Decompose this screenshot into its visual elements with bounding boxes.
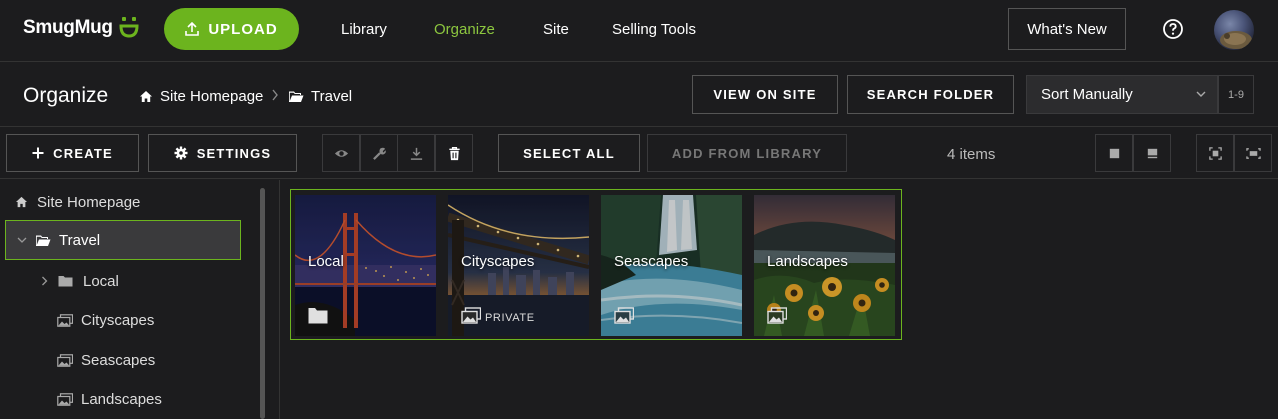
tree-item-local[interactable]: Local: [0, 261, 245, 301]
nav-organize[interactable]: Organize: [434, 21, 495, 38]
tile-title: Landscapes: [767, 253, 848, 270]
tree-item-label: Landscapes: [81, 390, 162, 408]
organize-header: Organize Site Homepage Travel VIEW ON SI…: [0, 62, 1278, 127]
chevron-down-icon: [1196, 91, 1206, 97]
help-icon[interactable]: [1163, 19, 1183, 39]
gear-icon: [174, 146, 188, 160]
sidebar-scrollbar[interactable]: [260, 188, 265, 419]
download-icon: [410, 147, 422, 160]
sort-value: Sort Manually: [1041, 86, 1133, 103]
view-small-button[interactable]: [1133, 134, 1171, 172]
upload-label: UPLOAD: [208, 20, 278, 38]
smugmug-logo[interactable]: SmugMug: [23, 17, 113, 39]
organize-toolbar: CREATE SETTINGS SELECT ALL ADD FROM LIBR…: [0, 127, 1278, 179]
tree-item-site-homepage[interactable]: Site Homepage: [0, 182, 245, 222]
fill-icon: [1245, 147, 1261, 159]
chevron-right-icon: [272, 89, 278, 101]
folder-open-icon: [36, 235, 51, 246]
chevron-right-icon: [42, 276, 48, 286]
settings-button[interactable]: SETTINGS: [148, 134, 297, 172]
tree-item-label: Travel: [59, 231, 101, 249]
sort-select[interactable]: Sort Manually: [1026, 75, 1218, 114]
upload-button[interactable]: UPLOAD: [164, 8, 299, 50]
tree-item-label: Site Homepage: [37, 193, 141, 211]
home-icon: [140, 91, 152, 102]
fit-view-button[interactable]: [1196, 134, 1234, 172]
fit-icon: [1208, 146, 1222, 160]
view-on-site-button[interactable]: VIEW ON SITE: [692, 75, 838, 114]
download-button[interactable]: [397, 134, 435, 172]
eye-icon: [334, 149, 348, 157]
nav-selling-tools[interactable]: Selling Tools: [612, 21, 696, 38]
tile-landscapes[interactable]: Landscapes: [754, 195, 895, 336]
gallery-icon: [767, 307, 787, 324]
view-large-button[interactable]: [1095, 134, 1133, 172]
tile-cityscapes[interactable]: Cityscapes PRIVATE: [448, 195, 589, 336]
tile-seascapes[interactable]: Seascapes: [601, 195, 742, 336]
gallery-icon: [57, 392, 73, 406]
top-navigation: SmugMug UPLOAD Library Organize Site Sel…: [0, 0, 1278, 62]
tile-title: Seascapes: [614, 253, 689, 270]
tree-item-cityscapes[interactable]: Cityscapes: [0, 300, 245, 340]
item-range-label: 1-9: [1218, 75, 1254, 114]
page-title: Organize: [23, 84, 109, 107]
content-grid: Local Cityscapes PRIVATE Seascapes Lands…: [290, 189, 902, 340]
breadcrumb-label: Travel: [311, 88, 353, 105]
settings-label: SETTINGS: [196, 145, 272, 161]
pane-divider: [279, 180, 280, 419]
tree-item-label: Local: [83, 272, 119, 290]
tree-item-label: Seascapes: [81, 351, 156, 369]
gallery-icon: [614, 307, 634, 324]
grid-large-icon: [1109, 148, 1119, 158]
tile-local[interactable]: Local: [295, 195, 436, 336]
breadcrumb-label: Site Homepage: [160, 88, 264, 105]
chevron-down-icon: [17, 237, 27, 243]
tree-item-seascapes[interactable]: Seascapes: [0, 340, 245, 380]
fill-view-button[interactable]: [1234, 134, 1272, 172]
plus-icon: [32, 147, 44, 159]
create-label: CREATE: [53, 145, 113, 161]
folder-icon: [58, 276, 73, 287]
private-badge: PRIVATE: [485, 312, 535, 324]
nav-library[interactable]: Library: [341, 21, 387, 38]
wrench-icon: [372, 147, 386, 160]
breadcrumb-travel[interactable]: Travel: [288, 88, 352, 105]
folder-open-icon: [289, 91, 304, 102]
add-from-library-button[interactable]: ADD FROM LIBRARY: [647, 134, 847, 172]
gallery-icon: [461, 307, 481, 324]
upload-icon: [185, 22, 200, 36]
smugmug-logo-icon: [119, 17, 139, 38]
tree-item-travel[interactable]: Travel: [5, 220, 241, 260]
gallery-icon: [57, 313, 73, 327]
tree-item-label: Cityscapes: [81, 311, 155, 329]
create-button[interactable]: CREATE: [6, 134, 139, 172]
tile-title: Local: [308, 253, 344, 270]
trash-icon: [448, 146, 460, 160]
breadcrumb-site-homepage[interactable]: Site Homepage: [139, 88, 263, 105]
avatar[interactable]: [1214, 10, 1254, 50]
search-folder-button[interactable]: SEARCH FOLDER: [847, 75, 1014, 114]
folder-tree: Site Homepage Travel Local Cityscapes Se…: [0, 180, 270, 419]
home-icon: [15, 196, 28, 208]
tile-title: Cityscapes: [461, 253, 535, 270]
folder-icon: [308, 308, 328, 324]
gallery-icon: [57, 353, 73, 367]
delete-button[interactable]: [435, 134, 473, 172]
nav-site[interactable]: Site: [543, 21, 569, 38]
visibility-button[interactable]: [322, 134, 360, 172]
select-all-button[interactable]: SELECT ALL: [498, 134, 640, 172]
items-count: 4 items: [947, 146, 996, 163]
tools-button[interactable]: [360, 134, 398, 172]
avatar-image: [1220, 31, 1252, 49]
whats-new-button[interactable]: What's New: [1008, 8, 1126, 50]
tree-item-landscapes[interactable]: Landscapes: [0, 379, 245, 419]
grid-small-icon: [1147, 148, 1157, 158]
